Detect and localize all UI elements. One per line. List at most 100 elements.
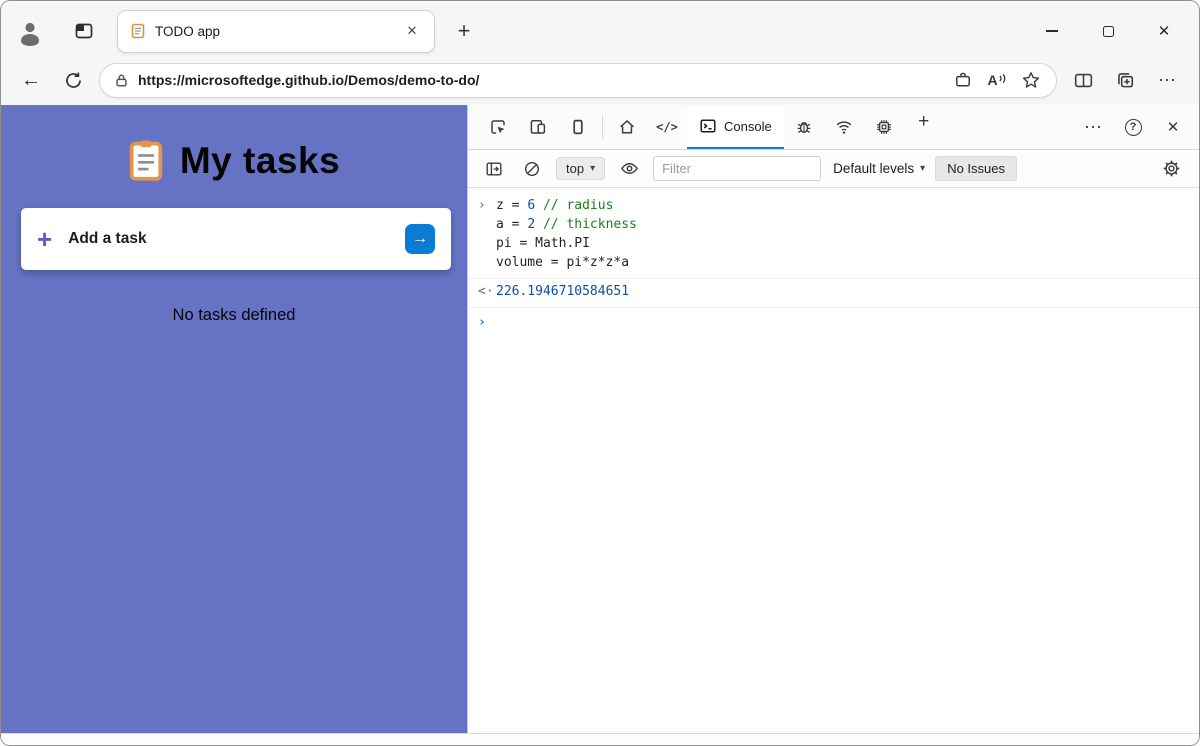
add-task-label: Add a task [68,230,147,247]
app-header: My tasks [1,139,467,182]
install-app-button[interactable] [946,66,980,94]
refresh-icon [64,71,83,90]
new-tab-button[interactable]: + [447,14,481,48]
tab-strip: TODO app ✕ + ✕ [1,1,1199,61]
chevron-down-icon: ▾ [590,163,596,174]
console-input-line: a = 2 // thickness [468,215,1199,234]
chevron-down-icon: ▾ [920,163,926,174]
navigation-bar: ← https://microsoftedge.github.io/Demos/… [1,61,1199,105]
split-screen-button[interactable] [1067,64,1099,96]
console-sidebar-button[interactable] [480,156,508,182]
maximize-icon [1102,25,1114,37]
arrow-right-icon: → [412,230,428,247]
browser-tab[interactable]: TODO app ✕ [117,9,435,53]
plus-icon: + [37,224,53,254]
address-bar[interactable]: https://microsoftedge.github.io/Demos/de… [99,62,1057,98]
clear-console-button[interactable] [518,156,546,182]
app-briefcase-icon [954,71,972,89]
console-settings-button[interactable] [1157,156,1185,182]
minimize-icon [1046,30,1058,32]
code-brackets-icon: </> [656,120,678,134]
workspaces-icon [74,21,94,41]
browser-menu-button[interactable]: ⋯ [1151,64,1183,96]
tab-close-button[interactable]: ✕ [400,19,424,43]
input-chevron-icon: › [478,198,486,213]
log-levels-label: Default levels [833,161,915,176]
lock-icon [114,73,129,88]
browser-window: TODO app ✕ + ✕ ← https://microsoftedge.g… [0,0,1200,746]
toolbar-separator [602,115,603,139]
console-input-line: pi = Math.PI [468,234,1199,253]
tab-welcome[interactable] [607,105,647,149]
context-selector[interactable]: top ▾ [556,157,606,180]
devtools-panel: </> Console + ⋯ ? ✕ top ▾ Filter Default… [467,105,1199,733]
devtools-menu-button[interactable]: ⋯ [1073,117,1113,137]
devtools-close-button[interactable]: ✕ [1153,118,1193,136]
device-toolbar-icon [529,118,547,136]
split-screen-icon [1074,71,1093,90]
tab-sources[interactable] [784,105,824,149]
console-terminal-icon [699,117,717,135]
page-title: My tasks [179,139,341,181]
close-icon: ✕ [1166,119,1180,136]
gear-icon [1162,159,1181,178]
add-task-field[interactable]: + Add a task → [21,208,451,270]
filter-input[interactable] [653,156,822,181]
close-window-button[interactable]: ✕ [1149,16,1179,46]
minimize-button[interactable] [1037,16,1067,46]
console-code-text: z = 6 // radius [496,198,614,213]
maximize-button[interactable] [1093,16,1123,46]
back-button[interactable]: ← [15,64,47,96]
todo-app-page: My tasks + Add a task → No tasks defined [1,105,467,733]
context-selector-label: top [566,161,585,176]
device-emulation-button[interactable] [518,105,558,149]
live-expression-button[interactable] [615,156,643,182]
console-toolbar: top ▾ Default levels ▾ No Issues [468,150,1199,188]
console-input-line: › z = 6 // radius [468,196,1199,215]
ellipsis-icon: ⋯ [1158,70,1176,90]
console-input-line: volume = pi*z*z*a [468,253,1199,272]
devtools-help-button[interactable]: ? [1113,118,1153,136]
console-result-value: 226.1946710584651 [496,284,630,299]
clipboard-icon [128,139,164,182]
ellipsis-icon: ⋯ [1084,117,1102,137]
console-code-text: a = 2 // thickness [496,217,637,232]
eye-icon [620,159,639,178]
devtools-tabbar-spacer [944,105,1073,149]
issues-button[interactable]: No Issues [935,156,1017,181]
console-code-text: pi = Math.PI [496,236,590,251]
inspect-cursor-icon [489,118,507,136]
log-levels-dropdown[interactable]: Default levels ▾ [833,161,925,176]
read-aloud-icon: A [987,73,1006,87]
console-log-area[interactable]: › z = 6 // radius a = 2 // thickness pi = M… [468,188,1199,733]
tab-elements[interactable]: </> [647,105,687,149]
console-prompt[interactable]: › [468,308,1199,332]
console-input-entry: › z = 6 // radius a = 2 // thickness pi = M… [468,193,1199,279]
console-result-entry: <· 226.1946710584651 [468,279,1199,308]
page-frame-icon [569,118,587,136]
profile-button[interactable] [15,16,45,46]
tab-performance[interactable] [864,105,904,149]
read-aloud-button[interactable]: A [980,66,1014,94]
url-text: https://microsoftedge.github.io/Demos/de… [138,72,480,88]
focus-page-button[interactable] [558,105,598,149]
workspaces-button[interactable] [67,14,101,48]
result-arrow-icon: <· [478,284,494,299]
help-icon: ? [1124,118,1142,136]
add-tools-button[interactable]: + [904,105,944,139]
add-task-submit-button[interactable]: → [405,224,435,254]
favorites-button[interactable] [1014,66,1048,94]
inspect-element-button[interactable] [478,105,518,149]
devtools-tab-bar: </> Console + ⋯ ? ✕ [468,105,1199,150]
tab-title: TODO app [155,23,221,39]
refresh-button[interactable] [57,64,89,96]
tab-network[interactable] [824,105,864,149]
empty-tasks-message: No tasks defined [172,306,296,324]
cpu-chip-icon [875,118,893,136]
devtools-window-actions: ⋯ ? ✕ [1073,105,1193,149]
tab-console[interactable]: Console [687,105,784,149]
tab-favicon-icon [130,23,146,39]
collections-button[interactable] [1109,64,1141,96]
